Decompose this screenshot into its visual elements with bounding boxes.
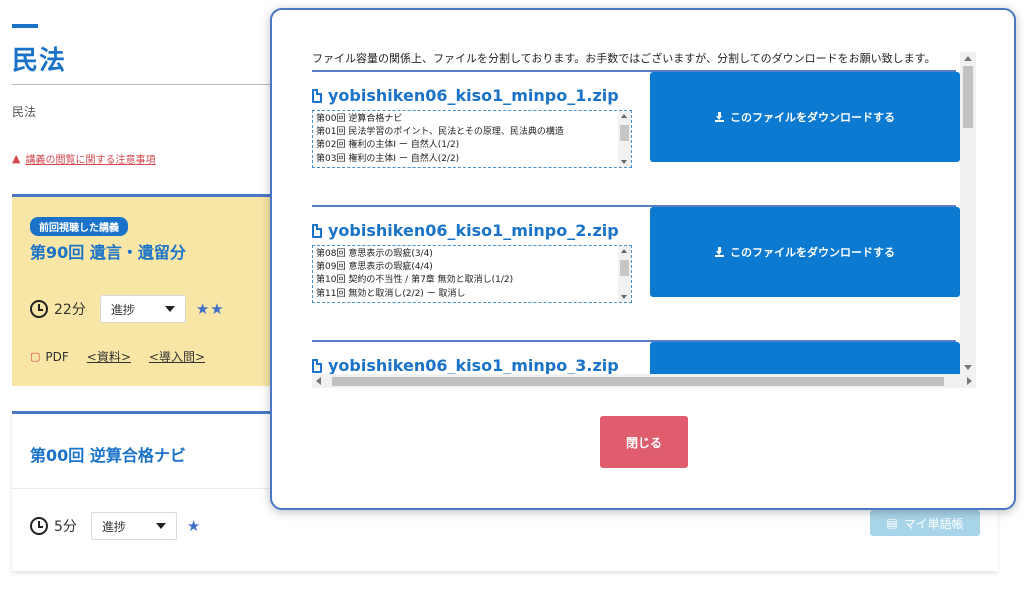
title-divider (12, 84, 282, 85)
pdf-label: PDF (45, 349, 69, 364)
scroll-down-icon[interactable] (964, 365, 972, 370)
modal-scroll-area[interactable]: ファイル容量の関係上、ファイルを分割しております。お手数ではございますが、分割し… (312, 52, 976, 388)
title-accent-bar (12, 24, 38, 28)
lecture-title[interactable]: 第90回 遺言・遺留分 (30, 239, 186, 263)
material-link[interactable]: <資料> (87, 348, 131, 365)
list-item: 第03回 権利の主体Ⅰ ー 自然人(2/2) (316, 153, 460, 164)
list-item: 第02回 権利の主体Ⅰ ー 自然人(1/2) (316, 140, 460, 151)
file-icon (312, 358, 322, 373)
file-name-text: yobishiken06_kiso1_minpo_2.zip (328, 221, 619, 240)
scroll-thumb[interactable] (332, 377, 944, 386)
scroll-up-icon[interactable] (964, 56, 972, 61)
progress-select[interactable]: 進捗 (99, 295, 186, 323)
last-watched-badge: 前回視聴した講義 (30, 217, 128, 236)
chevron-down-icon (155, 523, 166, 529)
modal-intro-text: ファイル容量の関係上、ファイルを分割しております。お手数ではございますが、分割し… (312, 52, 936, 65)
star-rating[interactable]: ★★ (196, 300, 225, 318)
scroll-right-icon[interactable] (967, 377, 972, 385)
download-button[interactable]: このファイルをダウンロードする (650, 207, 960, 297)
viewing-notice-link[interactable]: 講義の閲覧に関する注意事項 (25, 151, 155, 166)
lecture-meta: 22分 進捗 ★★ (30, 295, 225, 323)
close-button[interactable]: 閉じる (600, 416, 688, 468)
intro-question-link[interactable]: <導入問> (149, 348, 205, 365)
file-block-1: yobishiken06_kiso1_minpo_1.zip 第00回 逆算合格… (312, 72, 960, 200)
vocab-button[interactable]: ▤ マイ単語帳 (870, 510, 980, 536)
file-contents-list[interactable]: 第00回 逆算合格ナビ 第01回 民法学習のポイント、民法とその原理、民法典の構… (312, 110, 632, 168)
lecture-duration: 22分 (54, 302, 86, 318)
file-block-2: yobishiken06_kiso1_minpo_2.zip 第08回 意思表示… (312, 207, 960, 335)
download-modal: ファイル容量の関係上、ファイルを分割しております。お手数ではございますが、分割し… (270, 8, 1016, 510)
list-scrollbar[interactable] (618, 111, 631, 167)
file-name-text: yobishiken06_kiso1_minpo_1.zip (328, 86, 619, 105)
list-item: 第00回 逆算合格ナビ (316, 114, 403, 124)
last-watched-card: 前回視聴した講義 第90回 遺言・遺留分 22分 進捗 ★★ ▢ PDF <資料… (12, 194, 282, 386)
material-links: ▢ PDF <資料> <導入問> (30, 348, 205, 365)
vocab-label: マイ単語帳 (903, 516, 964, 531)
list-item: 第01回 民法学習のポイント、民法とその原理、民法典の構造 (316, 127, 564, 138)
vertical-scrollbar[interactable] (960, 52, 976, 374)
download-icon (715, 247, 724, 257)
file-icon (312, 223, 322, 238)
list-scrollbar[interactable] (618, 246, 631, 302)
list-item: 第11回 無効と取消し(2/2) ー 取消し (316, 288, 466, 299)
list-item: 第10回 契約の不当性 / 第7章 無効と取消し(1/2) (316, 275, 514, 286)
viewing-notice[interactable]: ▲ 講義の閲覧に関する注意事項 (12, 151, 155, 166)
warning-icon: ▲ (12, 152, 21, 165)
file-name: yobishiken06_kiso1_minpo_2.zip (312, 221, 619, 240)
chevron-down-icon (164, 306, 175, 312)
clock-icon (30, 300, 48, 318)
lecture-title[interactable]: 第00回 逆算合格ナビ (30, 442, 186, 466)
file-icon (312, 88, 322, 103)
progress-select-value: 進捗 (101, 519, 126, 534)
lecture-meta: 5分 進捗 ★ (30, 512, 201, 540)
page-subtitle: 民法 (12, 105, 37, 119)
list-item: 第09回 意思表示の瑕疵(4/4) (316, 262, 433, 273)
file-contents-list[interactable]: 第08回 意思表示の瑕疵(3/4) 第09回 意思表示の瑕疵(4/4) 第10回… (312, 245, 632, 303)
download-label: このファイルをダウンロードする (730, 246, 895, 259)
page-title: 民法 (12, 46, 67, 76)
download-icon (715, 112, 724, 122)
scroll-thumb[interactable] (963, 66, 973, 128)
list-item: 第08回 意思表示の瑕疵(3/4) (316, 249, 433, 259)
notebook-icon: ▤ (886, 516, 898, 530)
download-button[interactable]: このファイルをダウンロードする (650, 72, 960, 162)
file-name-text: yobishiken06_kiso1_minpo_3.zip (328, 356, 619, 375)
progress-select-value: 進捗 (110, 302, 135, 317)
scroll-left-icon[interactable] (316, 377, 321, 385)
horizontal-scrollbar[interactable] (312, 374, 976, 388)
download-label: このファイルをダウンロードする (730, 111, 895, 124)
file-name: yobishiken06_kiso1_minpo_1.zip (312, 86, 619, 105)
clock-icon (30, 517, 48, 535)
lecture-duration: 5分 (54, 519, 77, 535)
progress-select[interactable]: 進捗 (90, 512, 177, 540)
pdf-icon: ▢ (30, 350, 41, 363)
file-name: yobishiken06_kiso1_minpo_3.zip (312, 356, 619, 375)
star-rating[interactable]: ★ (187, 517, 201, 535)
pdf-link[interactable]: ▢ PDF (30, 350, 69, 364)
